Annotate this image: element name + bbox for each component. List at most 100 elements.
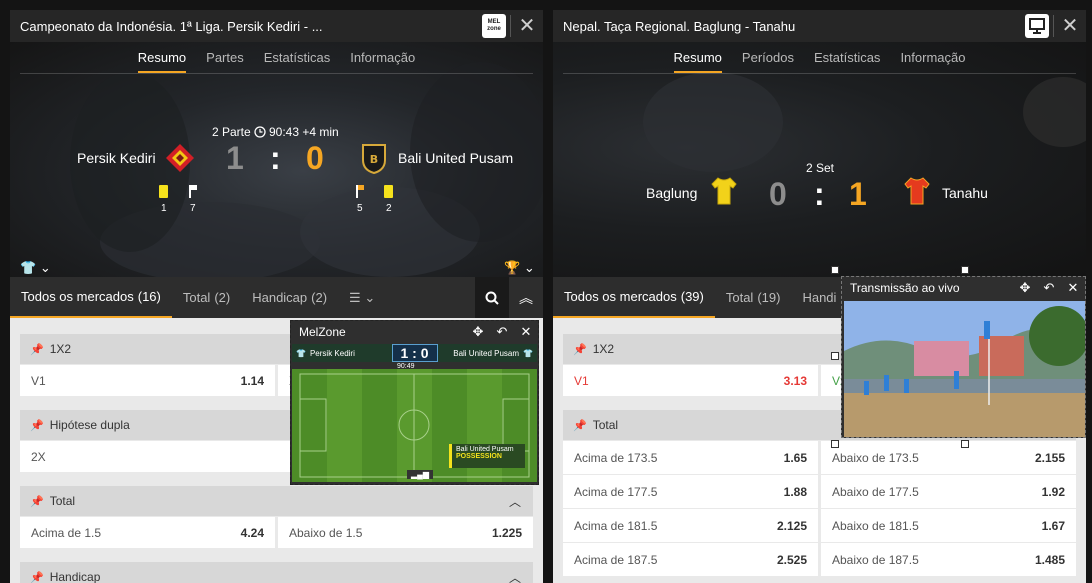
- tab-periodos[interactable]: Períodos: [742, 50, 794, 73]
- market-header[interactable]: 📌 Total ︿: [20, 486, 533, 516]
- tab-informacao[interactable]: Informação: [900, 50, 965, 73]
- chevron-down-icon: ⌄: [39, 260, 51, 275]
- tab-total[interactable]: Total (19): [715, 277, 792, 318]
- resize-handle[interactable]: [831, 352, 839, 360]
- collapse-icon: ︽: [519, 289, 533, 306]
- tab-resumo[interactable]: Resumo: [137, 50, 187, 73]
- tab-total[interactable]: Total (2): [172, 277, 241, 318]
- odd-over[interactable]: Acima de 187.5 2.525: [563, 543, 818, 576]
- tab-informacao[interactable]: Informação: [350, 50, 415, 73]
- search-button[interactable]: [475, 277, 509, 318]
- tab-handicap[interactable]: Handicap (2): [241, 277, 338, 318]
- possession-indicator: Bali United Pusam POSSESSION: [449, 444, 525, 468]
- popup-header[interactable]: MelZone ✥ ↶ ✕: [291, 321, 538, 343]
- odd-value: 1.92: [1041, 484, 1065, 499]
- odd-value: 2.155: [1034, 450, 1065, 465]
- odd-v1[interactable]: V1 1.14: [20, 365, 275, 396]
- bali-united-crest-icon: B: [362, 144, 386, 174]
- odd-over[interactable]: Acima de 181.5 2.125: [563, 509, 818, 542]
- jersey-dropdown-button[interactable]: 👕 ⌄: [20, 260, 51, 276]
- pin-icon[interactable]: 📌: [30, 495, 44, 508]
- resize-handle[interactable]: [831, 440, 839, 448]
- yellow-card-icon: [159, 185, 168, 198]
- panel-header: Nepal. Taça Regional. Baglung - Tanahu ✕: [553, 10, 1086, 42]
- resize-handle[interactable]: [961, 440, 969, 448]
- tab-label: Total: [725, 290, 754, 305]
- pin-icon[interactable]: 📌: [573, 343, 587, 356]
- tab-estatisticas[interactable]: Estatísticas: [814, 50, 880, 73]
- svg-text:B: B: [370, 153, 378, 166]
- close-panel-button[interactable]: ✕: [511, 10, 543, 42]
- clock-icon: [254, 126, 266, 138]
- search-icon: [485, 291, 499, 305]
- odd-under[interactable]: Abaixo de 181.5 1.67: [821, 509, 1076, 542]
- away-team-name: Bali United Pusam: [398, 150, 514, 166]
- melzone-toggle-button[interactable]: MEL zone: [478, 10, 510, 42]
- undo-icon[interactable]: ↶: [490, 324, 514, 340]
- odd-value: 1.65: [783, 450, 807, 465]
- tab-resumo[interactable]: Resumo: [673, 50, 722, 73]
- resize-handle[interactable]: [961, 266, 969, 274]
- odd-value: 2.125: [776, 518, 807, 533]
- odd-under[interactable]: Abaixo de 173.5 2.155: [821, 441, 1076, 474]
- close-icon: ✕: [1061, 15, 1079, 37]
- trophy-dropdown-button[interactable]: 🏆 ⌄: [504, 260, 535, 276]
- odd-label: V1: [574, 373, 589, 388]
- yellow-jersey-icon: [711, 177, 737, 205]
- market-header[interactable]: 📌 Handicap ︿: [20, 562, 533, 583]
- odd-over[interactable]: Acima de 1.5 4.24: [20, 517, 275, 548]
- tab-count: (2): [311, 290, 328, 305]
- tabs-divider: [20, 73, 533, 74]
- away-corners: 5: [357, 203, 363, 214]
- odd-over[interactable]: Acima de 173.5 1.65: [563, 441, 818, 474]
- panel-title: Campeonato da Indonésia. 1ª Liga. Persik…: [20, 18, 323, 34]
- odd-value: 3.13: [783, 373, 807, 388]
- away-score: 0: [306, 140, 324, 176]
- odd-value: 1.88: [783, 484, 807, 499]
- popup-header[interactable]: Transmissão ao vivo ✥ ↶ ✕: [842, 277, 1085, 298]
- pin-icon[interactable]: 📌: [573, 419, 587, 432]
- market-total: 📌 Total ︿ Acima de 1.5 4.24 Abaixo de 1.5 1.…: [20, 486, 533, 548]
- live-video-frame[interactable]: [844, 301, 1085, 437]
- undo-icon[interactable]: ↶: [1037, 280, 1061, 296]
- odd-v1[interactable]: V1 3.13: [563, 365, 818, 396]
- close-panel-button[interactable]: ✕: [1054, 10, 1086, 42]
- odd-value: 4.24: [240, 525, 264, 540]
- tab-partes[interactable]: Partes: [206, 50, 244, 73]
- tab-label: Total: [182, 290, 211, 305]
- close-icon[interactable]: ✕: [1061, 280, 1085, 296]
- tab-all-markets[interactable]: Todos os mercados (39): [553, 277, 715, 318]
- tab-label: Todos os mercados: [21, 289, 134, 304]
- chevron-up-icon[interactable]: ︿: [509, 569, 521, 583]
- tab-label: Todos os mercados: [564, 289, 677, 304]
- odd-label: Acima de 187.5: [574, 552, 658, 567]
- home-yellow-cards: 1: [161, 203, 167, 214]
- stream-toggle-button[interactable]: [1021, 10, 1053, 42]
- melzone-popup: MelZone ✥ ↶ ✕ 👕 Persik Kediri 1 : 0 Bali…: [290, 320, 539, 485]
- more-markets-button[interactable]: ☰ ⌄: [338, 277, 386, 318]
- market-title: Total: [592, 418, 619, 432]
- odd-over[interactable]: Acima de 177.5 1.88: [563, 475, 818, 508]
- move-icon[interactable]: ✥: [1013, 280, 1037, 296]
- pin-icon[interactable]: 📌: [30, 343, 44, 356]
- tab-count: (39): [680, 289, 704, 304]
- melzone-logo-icon: MEL zone: [482, 14, 506, 38]
- odd-under[interactable]: Abaixo de 177.5 1.92: [821, 475, 1076, 508]
- market-title: Handicap: [49, 570, 101, 583]
- pin-icon[interactable]: 📌: [30, 571, 44, 583]
- close-icon[interactable]: ✕: [514, 324, 538, 340]
- chevron-up-icon[interactable]: ︿: [509, 493, 521, 510]
- match-time: 90:43 +4 min: [269, 125, 339, 139]
- match-hero: Resumo Períodos Estatísticas Informação …: [553, 42, 1086, 277]
- resize-handle[interactable]: [831, 266, 839, 274]
- tab-estatisticas[interactable]: Estatísticas: [264, 50, 330, 73]
- tab-all-markets[interactable]: Todos os mercados (16): [10, 277, 172, 318]
- odd-label: Abaixo de 177.5: [832, 484, 919, 499]
- odd-under[interactable]: Abaixo de 187.5 1.485: [821, 543, 1076, 576]
- tab-label: Handi: [802, 290, 837, 305]
- move-icon[interactable]: ✥: [466, 324, 490, 340]
- melzone-score: 1 : 0: [391, 344, 438, 362]
- collapse-all-button[interactable]: ︽: [509, 277, 543, 318]
- odd-under[interactable]: Abaixo de 1.5 1.225: [278, 517, 533, 548]
- pin-icon[interactable]: 📌: [30, 419, 44, 432]
